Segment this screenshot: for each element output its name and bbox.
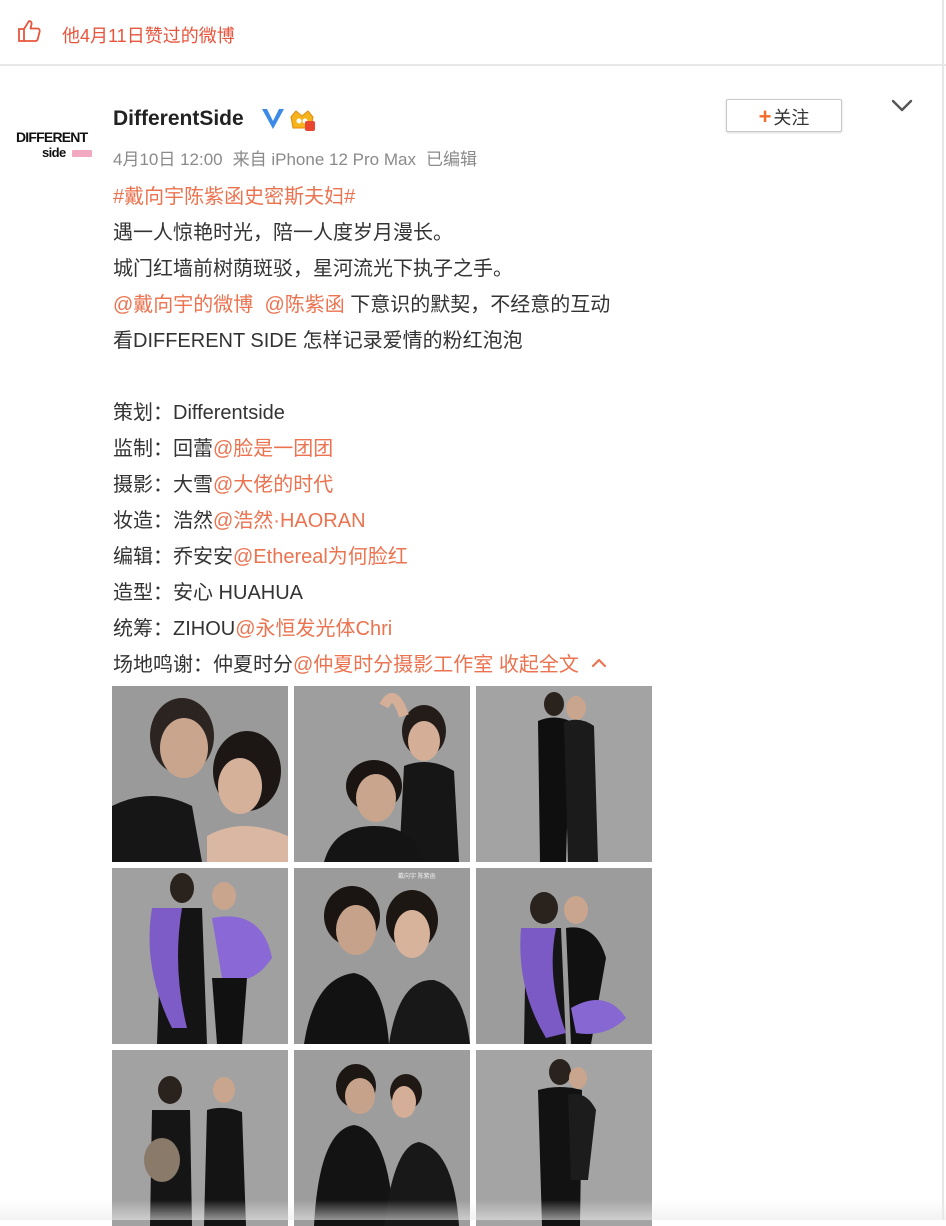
photo-thumbnail[interactable]	[112, 868, 288, 1044]
post-text-line: 看DIFFERENT SIDE 怎样记录爱情的粉红泡泡	[113, 330, 523, 352]
liked-date-text: 他4月11日赞过的微博	[62, 26, 235, 46]
mention-link[interactable]: @Ethereal为何脸红	[233, 546, 408, 568]
credit-line: 妆造：浩然@浩然·HAORAN	[113, 510, 366, 532]
post-source: 来自 iPhone 12 Pro Max	[232, 150, 416, 169]
post-text-line: 遇一人惊艳时光，陪一人度岁月漫长。	[113, 222, 453, 244]
plus-icon: +	[758, 104, 772, 129]
mention-link[interactable]: @大佬的时代	[213, 474, 333, 496]
post-meta: 4月10日 12:00 来自 iPhone 12 Pro Max 已编辑	[113, 145, 487, 170]
author-name[interactable]: DifferentSide	[113, 107, 244, 131]
credit-line: 编辑：乔安安@Ethereal为何脸红	[113, 546, 408, 568]
vip-crown-icon	[290, 110, 315, 131]
mention-link[interactable]: @永恒发光体Chri	[235, 618, 392, 640]
mention-link[interactable]: @戴向宇的微博	[113, 294, 253, 316]
collapse-text-link[interactable]: 收起全文	[499, 654, 579, 676]
post-text-line: @戴向宇的微博 @陈紫函 下意识的默契，不经意的互动	[113, 288, 610, 317]
photo-thumbnail[interactable]	[112, 686, 288, 862]
follow-button[interactable]: + 关注	[726, 99, 842, 132]
avatar[interactable]: DIFFERENT side	[14, 122, 98, 166]
chevron-down-icon[interactable]	[890, 96, 914, 116]
hashtag-link[interactable]: #戴向宇陈紫函史密斯夫妇#	[113, 180, 355, 209]
post-text-fragment: 下意识的默契，不经意的互动	[344, 294, 611, 316]
bottom-fade	[0, 1200, 946, 1220]
thumbs-up-icon	[18, 20, 41, 42]
photo-thumbnail[interactable]	[294, 686, 470, 862]
credit-line: 造型：安心 HUAHUA	[113, 582, 304, 604]
liked-by-bar: 他4月11日赞过的微博	[0, 0, 944, 64]
photo-thumbnail[interactable]	[476, 686, 652, 862]
credit-line: 摄影：大雪@大佬的时代	[113, 474, 334, 496]
post-text-line: 城门红墙前树荫斑驳，星河流光下执子之手。	[113, 258, 513, 280]
avatar-text-different: DIFFERENT	[16, 129, 89, 145]
mention-link[interactable]: @脸是一团团	[213, 438, 333, 460]
post-time[interactable]: 4月10日 12:00	[113, 150, 223, 169]
chevron-up-icon[interactable]	[590, 656, 608, 670]
credit-line: 监制：回蕾@脸是一团团	[113, 438, 334, 460]
credit-line: 统筹：ZIHOU@永恒发光体Chri	[113, 618, 393, 640]
credit-line: 场地鸣谢：仲夏时分@仲夏时分摄影工作室 收起全文	[113, 648, 608, 677]
photo-thumbnail[interactable]: 戴向宇 陈紫函	[294, 868, 470, 1044]
mention-link[interactable]: @浩然·HAORAN	[213, 510, 366, 532]
follow-label: 关注	[773, 108, 810, 128]
mention-link[interactable]: @仲夏时分摄影工作室	[293, 654, 493, 676]
verified-v-icon	[262, 109, 284, 129]
mention-link[interactable]: @陈紫函	[264, 294, 344, 316]
photo-thumbnail[interactable]	[476, 868, 652, 1044]
avatar-text-side: side	[42, 145, 66, 160]
credit-line: 策划：Differentside	[113, 402, 285, 424]
photo-caption: 戴向宇 陈紫函	[398, 872, 436, 880]
edited-label[interactable]: 已编辑	[426, 150, 477, 169]
